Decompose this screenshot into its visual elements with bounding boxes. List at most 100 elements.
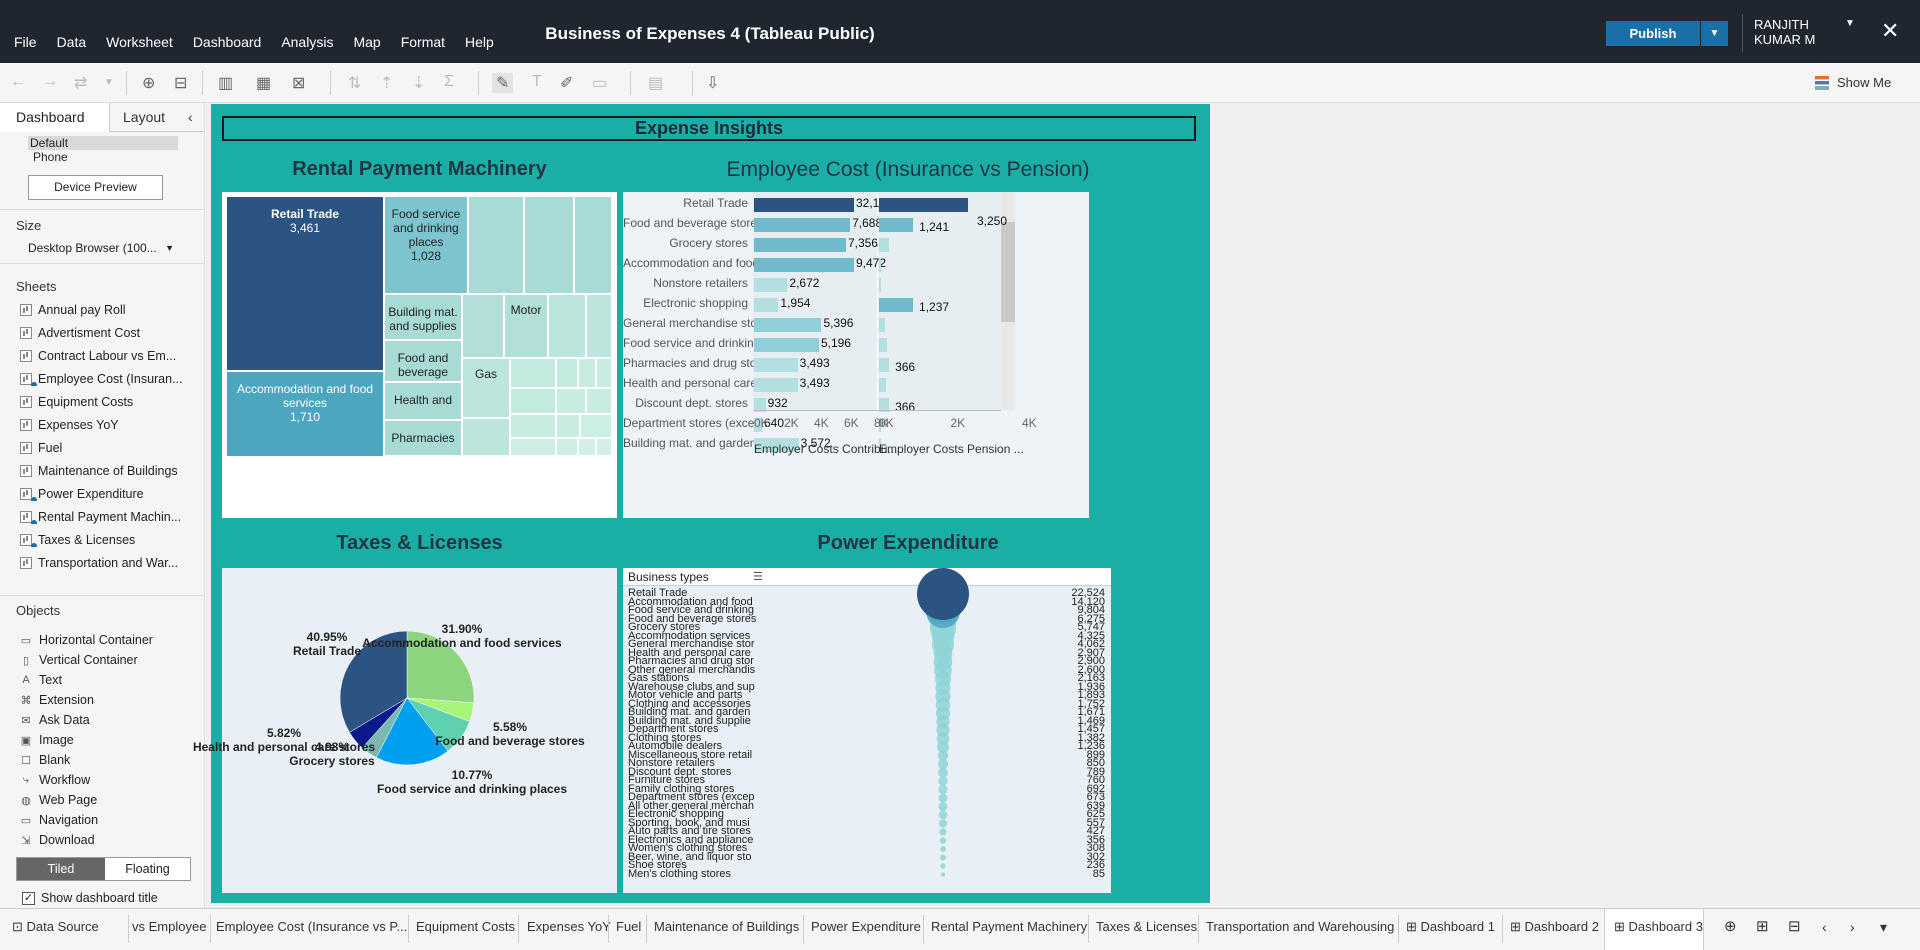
pie-chart[interactable]: 31.90% Accommodation and food services 5.5… [193,568,617,893]
show-me-button[interactable]: Show Me [1815,75,1891,90]
device-default[interactable]: Default [28,136,178,150]
tab-sheet[interactable]: Expenses YoY [527,919,611,934]
scroll-first-icon[interactable]: ‹ [1822,919,1827,935]
object-image[interactable]: ▣ Image [20,733,74,747]
object-web-page[interactable]: ◍ Web Page [20,793,97,807]
object-ask-data[interactable]: ✉ Ask Data [20,713,89,727]
fit-icon[interactable]: ▭ [592,73,607,93]
power-bubble[interactable] [938,784,948,795]
tab-dashboard-active[interactable]: ⊞ Dashboard 3 [1614,919,1703,935]
power-bubble[interactable] [938,776,948,786]
tab-sheet[interactable]: Taxes & Licenses [1096,919,1197,934]
labels-icon[interactable]: T [532,73,542,91]
replay-icon[interactable]: ⇄ [74,73,87,93]
power-bubble[interactable] [939,828,947,836]
object-horizontal-container[interactable]: ▭ Horizontal Container [20,633,153,647]
swap-icon[interactable]: ⇅ [348,73,361,93]
power-bubble[interactable] [939,854,947,861]
undo-icon[interactable]: ← [10,73,26,91]
download-icon[interactable]: ⇩ [706,73,719,93]
totals-icon[interactable]: Σ [444,73,454,91]
sheet-item[interactable]: Taxes & Licenses [20,533,200,547]
collapse-pane-icon[interactable]: ‹ [188,109,193,125]
bar-category-label: Health and personal care .. [623,376,768,390]
new-dashboard-icon[interactable]: ⊞ [1756,917,1769,935]
power-bubble[interactable] [938,810,948,820]
sheet-item[interactable]: Expenses YoY [20,418,200,432]
sheet-item[interactable]: Fuel [20,441,200,455]
power-chart[interactable]: Business types ☰ Retail Trade 22,524 Accommo… [623,568,1111,893]
power-bubble[interactable] [938,767,948,778]
sheet-item[interactable]: Transportation and War... [20,556,200,570]
tab-dashboard[interactable]: Dashboard [0,103,110,132]
tab-sheet[interactable]: Transportation and Warehousing [1206,919,1394,934]
tiled-button[interactable]: Tiled [17,858,105,880]
power-bubble[interactable] [939,837,947,844]
sheet-item[interactable]: Advertisment Cost [20,326,200,340]
new-datasource-icon[interactable]: ⊕ [142,73,155,93]
toolbar: ← → ⇄ ▼ ⊕ ⊟ ▥ ▦ ⊠ ⇅ ⇡ ⇣ Σ ✎ T ✐ ▭ ▤ ⇩ Sh… [0,63,1920,103]
tab-sheet[interactable]: Rental Payment Machinery [931,919,1087,934]
tab-layout[interactable]: Layout [123,109,165,125]
power-bubble[interactable] [938,802,948,811]
floating-button[interactable]: Floating [105,858,190,880]
tab-sheet[interactable]: Employee Cost (Insurance vs P... [216,919,407,934]
treemap-chart[interactable]: Retail Trade 3,461 Accommodation and food … [222,192,617,518]
power-bubble[interactable] [939,845,947,853]
show-title-checkbox[interactable]: ✓ Show dashboard title [22,891,158,905]
tab-sheet[interactable]: Fuel [616,919,641,934]
tab-data-source[interactable]: ⊡ Data Source [12,919,99,935]
tab-dashboard[interactable]: ⊞ Dashboard 2 [1510,919,1599,935]
duplicate-icon[interactable]: ▦ [256,73,271,93]
power-bubble[interactable] [938,819,948,828]
sheet-item[interactable]: Equipment Costs [20,395,200,409]
object-blank[interactable]: ☐ Blank [20,753,70,767]
sort-asc-icon[interactable]: ⇡ [380,73,393,93]
tab-sheet[interactable]: Maintenance of Buildings [654,919,799,934]
user-dropdown-icon[interactable]: ▼ [1845,18,1855,29]
tabs-menu-icon[interactable]: ▾ [1880,919,1887,936]
scroll-next-icon[interactable]: › [1850,919,1855,935]
sheet-item[interactable]: Annual pay Roll [20,303,200,317]
sheet-item[interactable]: Rental Payment Machin... [20,510,200,524]
object-text[interactable]: A Text [20,673,62,687]
tab-sheet[interactable]: Power Expenditure [811,919,921,934]
highlight-icon[interactable]: ✎ [492,73,514,93]
device-preview-button[interactable]: Device Preview [28,175,163,200]
device-phone[interactable]: Phone [33,150,68,164]
object-workflow[interactable]: ⤷ Workflow [20,773,90,787]
clear-sheet-icon[interactable]: ⊠ [292,73,305,93]
publish-dropdown-icon[interactable]: ▼ [1700,21,1728,46]
new-story-icon[interactable]: ⊟ [1788,917,1801,935]
sheet-item[interactable]: Power Expenditure [20,487,200,501]
power-bubble[interactable] [941,872,945,877]
size-select[interactable]: Desktop Browser (100... ▼ [28,241,178,255]
publish-button[interactable]: Publish ▼ [1606,21,1728,46]
object-navigation[interactable]: ▭ Navigation [20,813,98,827]
object-vertical-container[interactable]: ▯ Vertical Container [20,653,138,667]
close-icon[interactable]: ✕ [1881,18,1899,44]
new-worksheet-icon[interactable]: ▥ [218,73,233,93]
user-menu[interactable]: RANJITH KUMAR M [1754,17,1844,47]
object-download[interactable]: ⇲ Download [20,833,94,847]
publish-label[interactable]: Publish [1606,21,1700,46]
sheet-item[interactable]: Employee Cost (Insuran... [20,372,200,386]
tab-dashboard[interactable]: ⊞ Dashboard 1 [1406,919,1495,935]
workflow-icon: ⤷ [22,773,30,786]
format-icon[interactable]: ✐ [560,73,573,93]
power-bubble[interactable] [940,863,946,869]
sheet-item[interactable]: Maintenance of Buildings [20,464,200,478]
redo-icon[interactable]: → [42,73,58,91]
pause-updates-icon[interactable]: ⊟ [174,73,187,93]
presentation-icon[interactable]: ▤ [648,73,663,93]
power-bubble[interactable] [917,568,969,620]
power-bubble[interactable] [938,793,948,803]
tab-sheet[interactable]: Equipment Costs [416,919,515,934]
sheet-item[interactable]: Contract Labour vs Em... [20,349,200,363]
tab-sheet[interactable]: vs Employee [132,919,206,934]
object-extension[interactable]: ⌘ Extension [20,693,94,707]
replay-dropdown-icon[interactable]: ▼ [104,77,114,88]
new-worksheet-icon[interactable]: ⊕ [1724,917,1737,935]
sort-desc-icon[interactable]: ⇣ [412,73,425,93]
bar-chart[interactable]: Retail Trade 32,138 3,250 Food and beverage… [623,192,1089,518]
